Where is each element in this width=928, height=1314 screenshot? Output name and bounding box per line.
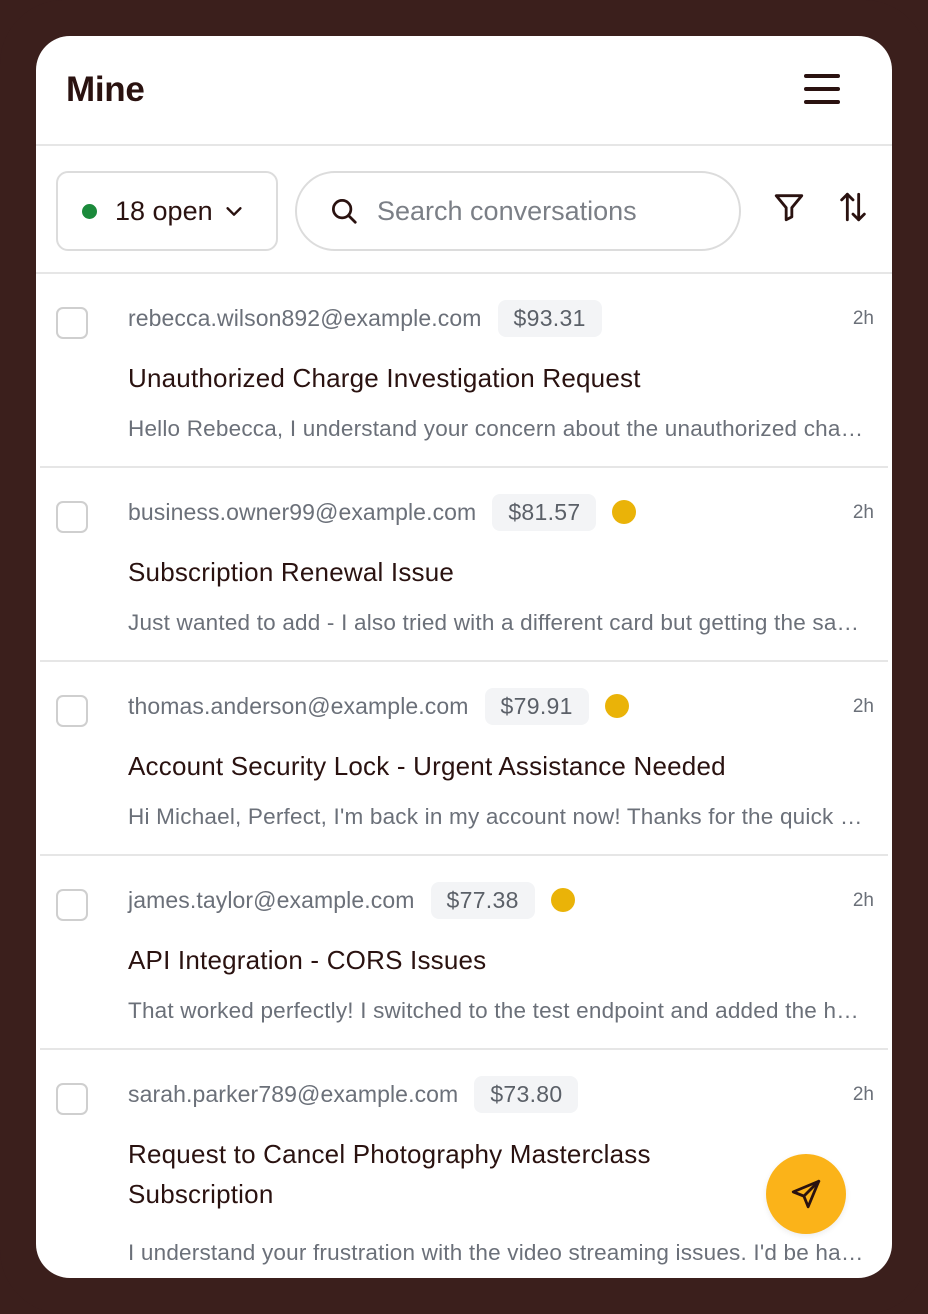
timestamp: 2h [852,696,874,717]
message-preview: That worked perfectly! I switched to the… [128,998,868,1023]
amount-badge: $81.57 [492,493,597,531]
customer-email: james.taylor@example.com [128,886,415,913]
sort-icon[interactable] [836,190,872,226]
row-checkbox[interactable] [56,501,88,533]
priority-dot [550,888,575,912]
priority-dot [604,694,629,718]
send-icon [789,1177,823,1211]
customer-email: rebecca.wilson892@example.com [128,304,482,331]
row-meta: james.taylor@example.com $77.38 [128,880,575,920]
timestamp: 2h [852,1084,874,1105]
row-checkbox[interactable] [56,307,88,339]
list-item[interactable]: business.owner99@example.com $81.57 2h S… [40,468,888,662]
list-item[interactable]: james.taylor@example.com $77.38 2h API I… [40,856,888,1050]
row-checkbox[interactable] [56,1083,88,1115]
row-meta: business.owner99@example.com $81.57 [128,492,637,532]
customer-email: thomas.anderson@example.com [128,692,469,719]
conversation-subject: Request to Cancel Photography Masterclas… [128,1139,651,1209]
app-header: Mine [36,36,892,146]
search-input[interactable] [377,195,707,227]
page-title: Mine [66,70,145,109]
customer-email: sarah.parker789@example.com [128,1080,459,1107]
chevron-down-icon [223,200,245,222]
row-meta: rebecca.wilson892@example.com $93.31 [128,298,602,338]
status-filter-dropdown[interactable]: 18 open [56,171,278,251]
search-icon [329,196,359,226]
priority-dot [612,500,637,524]
hamburger-icon[interactable] [804,74,842,104]
amount-badge: $73.80 [474,1075,579,1113]
conversation-subject: Account Security Lock - Urgent Assistanc… [128,751,726,781]
amount-badge: $77.38 [430,881,535,919]
row-checkbox[interactable] [56,889,88,921]
compose-button[interactable] [766,1154,846,1234]
filter-icon[interactable] [772,190,808,226]
timestamp: 2h [852,890,874,911]
message-preview: Hi Michael, Perfect, I'm back in my acco… [128,804,868,829]
app-screen: Mine 18 open Search conversations rebecc… [36,36,892,1278]
row-meta: sarah.parker789@example.com $73.80 [128,1074,579,1114]
amount-badge: $93.31 [497,299,602,337]
toolbar: 18 open [36,146,892,274]
status-label: 18 open [115,195,213,226]
timestamp: 2h [852,308,874,329]
timestamp: 2h [852,502,874,523]
conversation-list: rebecca.wilson892@example.com $93.31 2h … [36,274,892,1278]
row-checkbox[interactable] [56,695,88,727]
amount-badge: $79.91 [484,687,589,725]
message-preview: Just wanted to add - I also tried with a… [128,610,868,635]
conversation-subject: Unauthorized Charge Investigation Reques… [128,363,641,393]
list-item[interactable]: sarah.parker789@example.com $73.80 2h Re… [40,1050,888,1278]
message-preview: Hello Rebecca, I understand your concern… [128,416,868,441]
message-preview: I understand your frustration with the v… [128,1240,868,1265]
customer-email: business.owner99@example.com [128,498,477,525]
conversation-subject: Subscription Renewal Issue [128,557,455,587]
row-meta: thomas.anderson@example.com $79.91 [128,686,629,726]
status-dot [82,203,97,219]
device-frame: Mine 18 open Search conversations rebecc… [0,0,928,1314]
conversation-subject: API Integration - CORS Issues [128,945,487,975]
list-item[interactable]: thomas.anderson@example.com $79.91 2h Ac… [40,662,888,856]
search-box[interactable] [295,171,741,251]
list-item[interactable]: rebecca.wilson892@example.com $93.31 2h … [40,274,888,468]
